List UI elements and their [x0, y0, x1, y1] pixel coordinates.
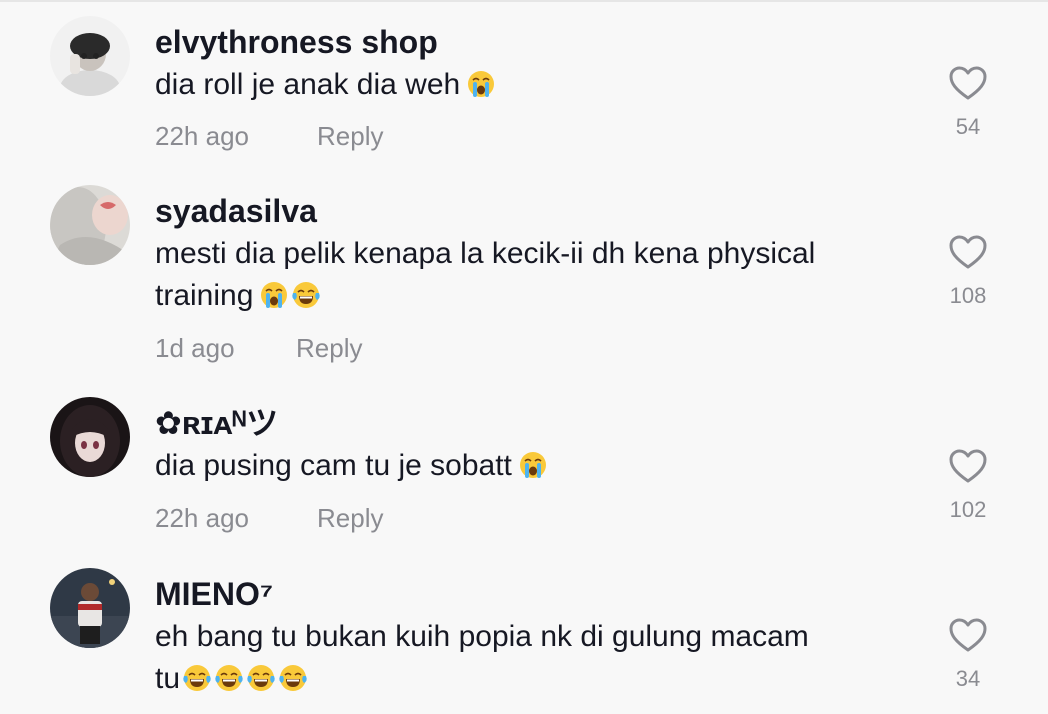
like-count: 102 [949, 497, 987, 522]
comment-username[interactable]: elvythroness shop [155, 22, 438, 62]
face-with-tears-of-joy-icon [182, 663, 212, 693]
comment-username[interactable]: ✿ʀɪᴀᴺツ [155, 403, 278, 443]
comment-text: mesti dia pelik kenapa la kecik-ii dh ke… [155, 237, 816, 312]
comment-meta: 1d ago Reply [155, 332, 362, 364]
loudly-crying-face-icon [466, 69, 496, 99]
comment-text: dia roll je anak dia weh [155, 64, 915, 106]
comment-meta: 22h ago Reply [155, 502, 383, 534]
avatar[interactable] [50, 568, 130, 648]
face-with-tears-of-joy-icon [291, 280, 321, 310]
comment-time: 22h ago [155, 121, 249, 151]
avatar[interactable] [50, 185, 130, 265]
comment-time: 1d ago [155, 333, 235, 363]
comment-username[interactable]: MIENO⁷ [155, 574, 273, 614]
comment-time: 22h ago [155, 503, 249, 533]
like-count: 54 [955, 114, 981, 139]
comment-meta: 22h ago Reply [155, 120, 383, 152]
like-count: 34 [955, 666, 981, 691]
heart-outline-icon[interactable] [948, 616, 988, 656]
avatar[interactable] [50, 397, 130, 477]
face-with-tears-of-joy-icon [246, 663, 276, 693]
comment-text: dia pusing cam tu je sobatt [155, 445, 915, 487]
face-with-tears-of-joy-icon [214, 663, 244, 693]
reply-button[interactable]: Reply [317, 120, 383, 152]
heart-outline-icon[interactable] [948, 447, 988, 487]
loudly-crying-face-icon [259, 280, 289, 310]
comment-username[interactable]: syadasilva [155, 191, 317, 231]
face-with-tears-of-joy-icon [278, 663, 308, 693]
reply-button[interactable]: Reply [296, 332, 362, 364]
heart-outline-icon[interactable] [948, 233, 988, 273]
top-divider [0, 0, 1048, 2]
comment-text: eh bang tu bukan kuih popia nk di gulung… [155, 620, 809, 695]
heart-outline-icon[interactable] [948, 64, 988, 104]
like-count: 108 [949, 283, 987, 308]
avatar[interactable] [50, 16, 130, 96]
loudly-crying-face-icon [518, 450, 548, 480]
reply-button[interactable]: Reply [317, 502, 383, 534]
